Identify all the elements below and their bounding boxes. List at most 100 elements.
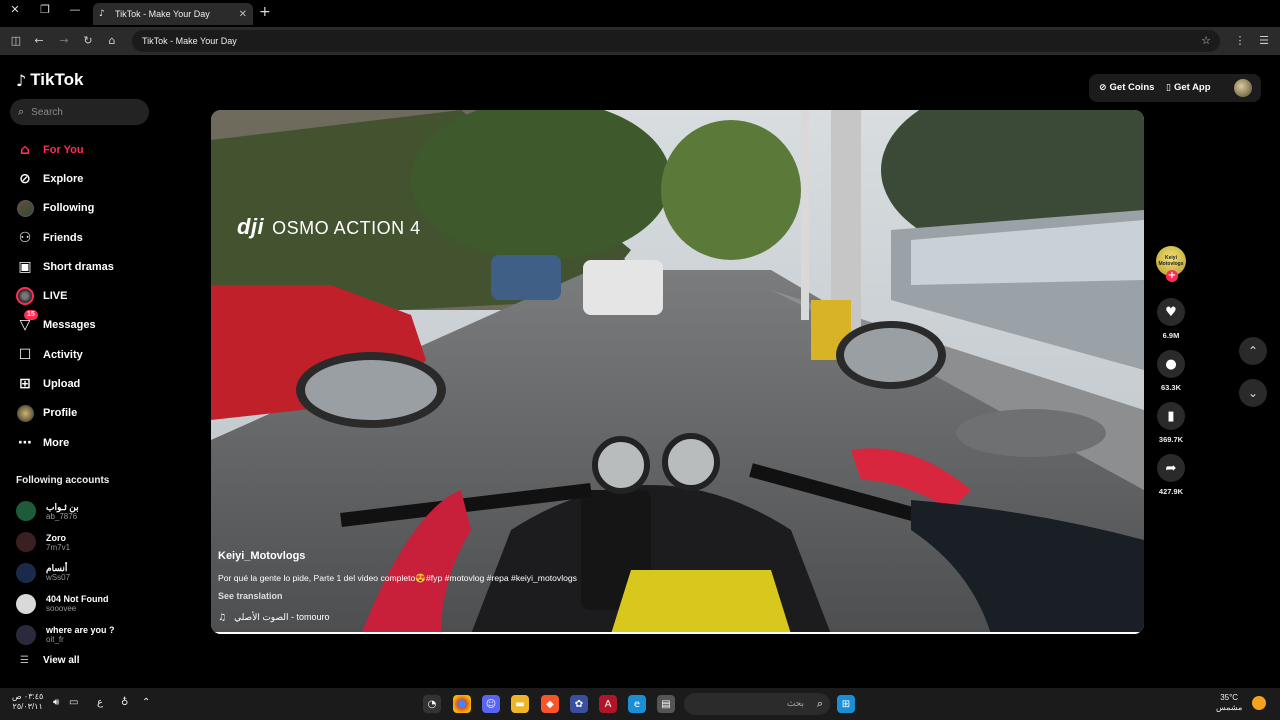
previous-video-button[interactable]: ⌃ (1239, 337, 1267, 365)
compass-icon: ⊘ (19, 170, 31, 187)
video-player[interactable]: dji OSMO ACTION 4 Keiyi_Motovlogs Por qu… (211, 110, 1144, 634)
sidebar-item-upload[interactable]: ⊞ Upload (16, 369, 186, 398)
reload-icon[interactable]: ↻ (80, 33, 96, 49)
weather-widget[interactable]: 35°C مشمس (1216, 693, 1242, 713)
hamburger-menu-icon[interactable]: ☰ (1256, 33, 1272, 49)
following-account[interactable]: أنسام wSs07 (16, 558, 176, 589)
message-icon: ▽ 15 (16, 310, 38, 334)
list-icon: ☰ (20, 655, 29, 666)
video-caption: Por qué la gente lo pide, Parte 1 del vi… (218, 573, 577, 583)
messages-badge: 15 (24, 310, 38, 321)
minimize-window-icon[interactable]: — (68, 3, 82, 17)
sidebar-item-label: Short dramas (43, 260, 114, 273)
window-app-icon[interactable]: ▤ (657, 695, 675, 713)
following-account[interactable]: where are you ? oit_fr (16, 619, 176, 650)
get-app-label: Get App (1173, 82, 1211, 93)
video-progress-bar[interactable] (211, 632, 1144, 634)
close-tab-icon[interactable]: ✕ (239, 9, 247, 20)
menu-dots-icon[interactable]: ⋮ (1232, 33, 1248, 49)
video-author[interactable]: Keiyi_Motovlogs (218, 550, 305, 562)
windows-start-icon[interactable]: ⊞ (837, 695, 855, 713)
language-indicator[interactable]: ع (97, 697, 103, 708)
search-input[interactable]: ⌕ Search (10, 99, 149, 125)
following-account[interactable]: بن ثـواب ab_7876 (16, 496, 176, 527)
save-action[interactable]: ▮ 369.7K (1153, 402, 1189, 444)
sidebar-item-more[interactable]: ⋯ More (16, 428, 186, 457)
following-account[interactable]: Zoro 7m7v1 (16, 527, 176, 558)
video-music[interactable]: ♫ الصوت الأصلي - tomouro (218, 612, 330, 623)
sidebar-item-for-you[interactable]: ⌂ For You (16, 135, 186, 164)
watermark-text: OSMO ACTION 4 (272, 218, 421, 238)
following-account[interactable]: 404 Not Found sooovee (16, 588, 176, 619)
comment-action[interactable]: ● 63.3K (1153, 350, 1189, 392)
account-name: where are you ? (46, 625, 115, 636)
sidebar-item-short-dramas[interactable]: ▣ Short dramas (16, 252, 186, 281)
tiktok-logo[interactable]: ♪ TikTok (16, 70, 83, 90)
sidebar-item-friends[interactable]: ⚇ Friends (16, 223, 186, 252)
comment-icon[interactable]: ● (1157, 350, 1185, 378)
view-all-button[interactable]: ☰ View all (20, 655, 79, 666)
heart-icon[interactable]: ♥ (1157, 298, 1185, 326)
clock[interactable]: ٠٣:٤٥ ص ٢٥/٠٣/١١ (12, 692, 43, 712)
get-coins-button[interactable]: ⊘ Get Coins (1099, 82, 1154, 93)
microphone-icon[interactable]: ♁ (121, 697, 128, 708)
sidebar-item-profile[interactable]: Profile (16, 399, 186, 428)
sidebar-item-messages[interactable]: ▽ 15 Messages (16, 310, 186, 340)
account-avatar (16, 532, 36, 553)
home-icon[interactable]: ⌂ (104, 33, 120, 49)
sidebar-item-following[interactable]: Following (16, 194, 186, 223)
tab-title: TikTok - Make Your Day (115, 9, 210, 19)
bookmark-star-icon[interactable]: ☆ (1198, 33, 1214, 49)
sidebar-item-label: For You (43, 143, 84, 156)
like-action[interactable]: ♥ 6.9M (1153, 298, 1189, 340)
forward-icon[interactable]: → (56, 33, 72, 49)
brave-icon[interactable]: ◆ (541, 695, 559, 713)
follow-plus-icon[interactable]: + (1166, 270, 1178, 282)
sidebar-item-explore[interactable]: ⊘ Explore (16, 164, 186, 193)
home-icon: ⌂ (19, 141, 31, 158)
volume-icon[interactable]: 🔊︎ (53, 697, 59, 708)
bookmark-icon[interactable]: ▮ (1157, 402, 1185, 430)
film-icon: ▣ (18, 258, 32, 275)
see-translation-link[interactable]: See translation (218, 591, 283, 601)
discord-icon[interactable]: ☺ (482, 695, 500, 713)
chrome-icon[interactable] (453, 695, 471, 713)
user-avatar[interactable] (1234, 79, 1252, 97)
chevron-down-icon: ⌄ (1247, 386, 1259, 400)
share-icon[interactable]: ➦ (1157, 454, 1185, 482)
get-app-button[interactable]: ▯ Get App (1166, 82, 1211, 93)
adobe-icon[interactable]: A (599, 695, 617, 713)
edge-icon[interactable]: e (628, 695, 646, 713)
browser-tab[interactable]: ♪ TikTok - Make Your Day ✕ (93, 3, 253, 25)
weather-condition: مشمس (1216, 703, 1243, 712)
video-frame (211, 110, 1144, 634)
sidebar-item-live[interactable]: LIVE (16, 281, 186, 310)
search-icon: ⌕ (816, 697, 823, 710)
get-coins-label: Get Coins (1109, 82, 1155, 93)
search-icon: ⌕ (18, 105, 25, 118)
following-accounts-list: بن ثـواب ab_7876 Zoro 7m7v1 أنسام wSs07 404… (16, 496, 176, 650)
browser-app-icon[interactable]: ✿ (570, 695, 588, 713)
music-note-icon: ♫ (218, 612, 227, 623)
share-action[interactable]: ➦ 427.9K (1153, 454, 1189, 496)
sidebar-item-activity[interactable]: ☐ Activity (16, 340, 186, 369)
address-bar[interactable]: TikTok - Make Your Day (132, 30, 1220, 52)
dji-watermark: dji OSMO ACTION 4 (237, 214, 421, 240)
restore-window-icon[interactable]: ❐ (38, 3, 52, 17)
file-explorer-icon[interactable]: ▬ (511, 695, 529, 713)
chevron-up-icon[interactable]: ⌃ (142, 697, 150, 708)
network-icon[interactable]: ▭ (69, 697, 78, 708)
new-tab-icon[interactable]: + (259, 4, 271, 20)
next-video-button[interactable]: ⌄ (1239, 379, 1267, 407)
os-taskbar: ٠٣:٤٥ ص ٢٥/٠٣/١١ 🔊︎ ▭ ع ♁ ⌃ ◔ ☺ ▬ ◆ ✿ A … (0, 688, 1280, 720)
phone-icon: ▯ (1166, 82, 1171, 93)
creator-avatar[interactable]: Keiyi Motovlogs + (1156, 246, 1186, 282)
clock-app-icon[interactable]: ◔ (423, 695, 441, 713)
back-icon[interactable]: ← (31, 33, 47, 49)
following-avatar (16, 199, 34, 217)
save-count: 369.7K (1158, 435, 1184, 444)
close-window-icon[interactable]: ✕ (8, 3, 22, 17)
sidebar-item-label: Profile (43, 407, 78, 420)
taskbar-search[interactable]: بحث ⌕ (684, 693, 830, 715)
sidebar-toggle-icon[interactable]: ◫ (8, 33, 24, 49)
